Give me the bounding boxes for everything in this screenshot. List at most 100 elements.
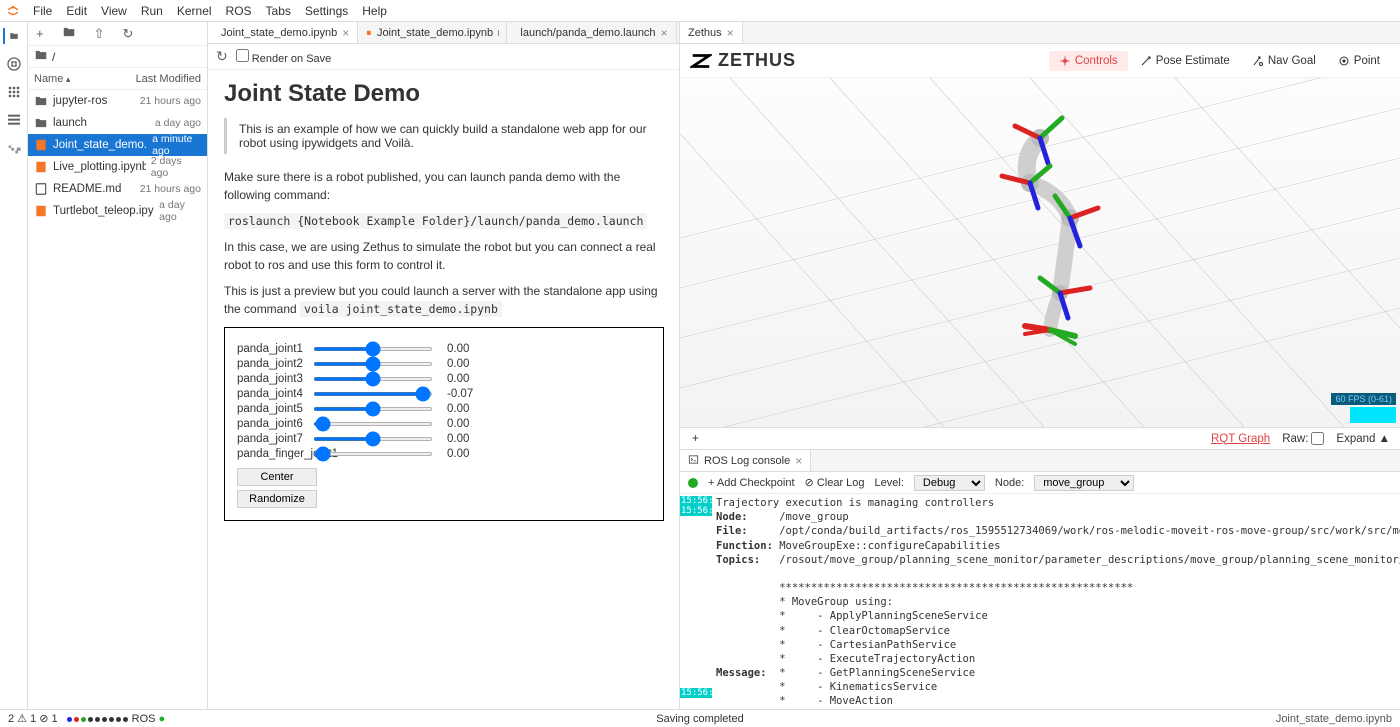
joint-slider[interactable] — [313, 392, 433, 396]
raw-toggle[interactable]: Raw: — [1282, 432, 1324, 445]
new-launcher-icon[interactable]: + — [36, 26, 44, 41]
list-item[interactable]: README.md21 hours ago — [28, 178, 207, 200]
status-problems[interactable]: 2 ⚠ 1 ⊘ 1 — [8, 712, 58, 725]
console-toolbar: + Add Checkpoint ⊘ Clear Log Level: Debu… — [680, 472, 1400, 494]
tab-ros-log[interactable]: ROS Log console× — [680, 450, 811, 471]
editor-tab[interactable]: Joint_state_demo.ipynb× — [208, 22, 358, 43]
joint-slider[interactable] — [313, 437, 433, 441]
joint-slider-row: panda_joint10.00 — [237, 343, 651, 355]
robot-model — [920, 108, 1180, 358]
menu-help[interactable]: Help — [355, 4, 394, 18]
reload-icon[interactable]: ↻ — [216, 48, 228, 65]
menu-ros[interactable]: ROS — [219, 4, 259, 18]
refresh-icon[interactable]: ↻ — [123, 26, 134, 42]
joint-slider[interactable] — [313, 422, 433, 426]
running-icon[interactable] — [6, 56, 22, 72]
terminal-icon — [688, 454, 699, 468]
tool-controls[interactable]: Controls — [1049, 51, 1128, 71]
menu-tabs[interactable]: Tabs — [259, 4, 298, 18]
upload-icon[interactable]: ⇧ — [94, 26, 105, 42]
right-split: Zethus× ZETHUS ControlsPose EstimateNav … — [680, 22, 1400, 709]
notebook-content: Joint State Demo This is an example of h… — [208, 70, 679, 709]
joint-slider[interactable] — [313, 362, 433, 366]
status-bar: 2 ⚠ 1 ⊘ 1 ROS ● Saving completed Joint_s… — [0, 709, 1400, 727]
breadcrumb[interactable]: / — [28, 46, 207, 68]
list-item[interactable]: Joint_state_demo.ipynba minute ago — [28, 134, 207, 156]
3d-viewport[interactable]: 60 FPS (0-61) — [680, 78, 1400, 427]
editor-tab[interactable]: Joint_state_demo.ipynb — [358, 22, 507, 43]
node-label: Node: — [995, 477, 1024, 489]
list-item[interactable]: Live_plotting.ipynb2 days ago — [28, 156, 207, 178]
code-voila: voila joint_state_demo.ipynb — [300, 301, 502, 317]
menu-view[interactable]: View — [94, 4, 134, 18]
add-checkpoint-button[interactable]: + Add Checkpoint — [708, 477, 795, 489]
commands-icon[interactable] — [6, 112, 22, 128]
tool-nav-goal[interactable]: Nav Goal — [1242, 51, 1326, 71]
file-browser: + ⇧ ↻ / Name Last Modified jupyter-ros21… — [28, 22, 208, 709]
list-item[interactable]: jupyter-ros21 hours ago — [28, 90, 207, 112]
joint-slider-row: panda_joint70.00 — [237, 433, 651, 445]
node-select[interactable]: move_group — [1034, 475, 1134, 491]
editor-tab[interactable]: launch/panda_demo.launch× — [507, 22, 676, 43]
list-item[interactable]: Turtlebot_teleop.ipynba day ago — [28, 200, 207, 222]
joint-slider-row: panda_joint60.00 — [237, 418, 651, 430]
center-button[interactable]: Center — [237, 468, 317, 486]
expand-button[interactable]: Expand ▲ — [1336, 433, 1390, 445]
close-icon[interactable]: × — [661, 26, 668, 40]
joint-slider[interactable] — [313, 407, 433, 411]
col-name[interactable]: Name — [34, 73, 70, 85]
zethus-tools: ControlsPose EstimateNav GoalPoint — [1049, 51, 1390, 71]
joint-slider[interactable] — [313, 347, 433, 351]
tool-pose-estimate[interactable]: Pose Estimate — [1130, 51, 1240, 71]
menu-settings[interactable]: Settings — [298, 4, 355, 18]
add-display-button[interactable]: + — [692, 433, 699, 445]
intro-quote: This is an example of how we can quickly… — [224, 118, 663, 154]
col-modified[interactable]: Last Modified — [136, 73, 201, 85]
tool-point[interactable]: Point — [1328, 51, 1390, 71]
code-roslaunch: roslaunch {Notebook Example Folder}/laun… — [224, 213, 647, 229]
level-select[interactable]: Debug — [914, 475, 985, 491]
joint-sliders-box: panda_joint10.00 panda_joint20.00 panda_jo… — [224, 327, 664, 521]
joint-slider[interactable] — [313, 452, 433, 456]
page-title: Joint State Demo — [224, 80, 663, 108]
close-icon[interactable]: × — [342, 26, 349, 40]
editor-tab-bar: Joint_state_demo.ipynb×Joint_state_demo.… — [208, 22, 679, 44]
para-launch: Make sure there is a robot published, yo… — [224, 168, 663, 204]
notebook-toolbar: ↻ Render on Save — [208, 44, 679, 70]
status-dot — [688, 478, 698, 488]
ros-log-console: ROS Log console× + Add Checkpoint ⊘ Clea… — [680, 449, 1400, 709]
menu-kernel[interactable]: Kernel — [170, 4, 219, 18]
rqt-graph-link[interactable]: RQT Graph — [1211, 433, 1270, 445]
activity-bar — [0, 22, 28, 709]
joint-slider-row: panda_joint30.00 — [237, 373, 651, 385]
joint-slider[interactable] — [313, 377, 433, 381]
render-on-save[interactable]: Render on Save — [236, 49, 332, 65]
close-icon[interactable]: × — [727, 26, 734, 40]
folder-icon[interactable] — [3, 28, 19, 44]
breadcrumb-root[interactable]: / — [52, 50, 55, 64]
list-item[interactable]: launcha day ago — [28, 112, 207, 134]
randomize-button[interactable]: Randomize — [237, 490, 317, 508]
menu-edit[interactable]: Edit — [59, 4, 94, 18]
status-file: Joint_state_demo.ipynb — [1276, 713, 1392, 725]
menu-run[interactable]: Run — [134, 4, 170, 18]
new-folder-icon[interactable] — [62, 25, 76, 42]
tab-zethus[interactable]: Zethus× — [680, 22, 743, 43]
clear-log-button[interactable]: ⊘ Clear Log — [805, 476, 865, 489]
console-output[interactable]: 15:56:4615:56:4615:56:4515:56:46 Traject… — [680, 494, 1400, 709]
fps-counter: 60 FPS (0-61) — [1331, 393, 1396, 405]
extensions-icon[interactable] — [6, 140, 22, 156]
joint-slider-row: panda_finger_joint10.00 — [237, 448, 651, 460]
zethus-panel: Zethus× ZETHUS ControlsPose EstimateNav … — [680, 22, 1400, 449]
status-message: Saving completed — [656, 713, 743, 725]
file-list-header[interactable]: Name Last Modified — [28, 68, 207, 90]
ros-icon[interactable] — [6, 84, 22, 100]
level-label: Level: — [875, 477, 904, 489]
menu-file[interactable]: File — [26, 4, 59, 18]
zethus-bottom-bar: + RQT Graph Raw: Expand ▲ — [680, 427, 1400, 449]
jupyter-logo-icon — [5, 3, 21, 19]
joint-slider-row: panda_joint20.00 — [237, 358, 651, 370]
close-icon[interactable]: × — [795, 454, 802, 468]
menu-bar: File Edit View Run Kernel ROS Tabs Setti… — [0, 0, 1400, 22]
status-ros[interactable]: ROS ● — [66, 713, 166, 725]
